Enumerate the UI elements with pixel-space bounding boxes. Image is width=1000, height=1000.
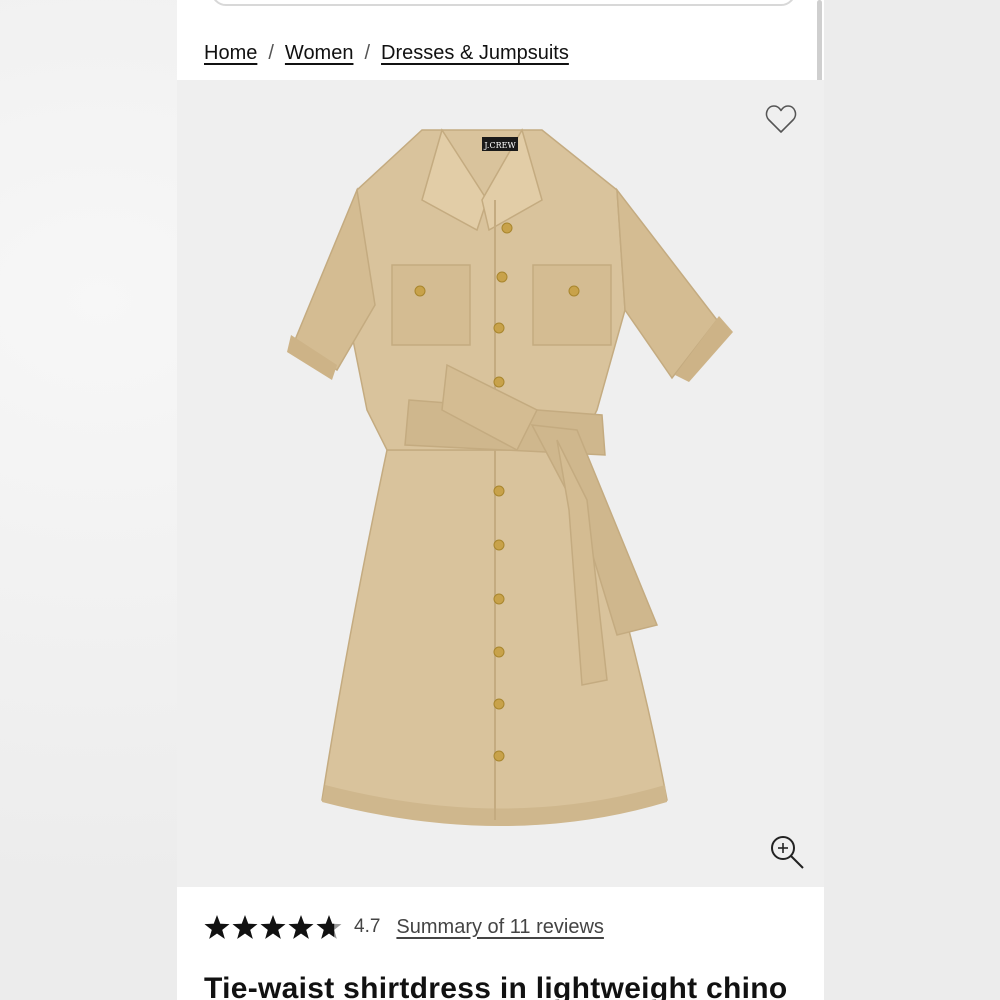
breadcrumb-home[interactable]: Home [204, 42, 257, 65]
star-icon [316, 915, 342, 939]
star-icon [232, 915, 258, 939]
rating-value: 4.7 [354, 916, 381, 937]
product-title: Tie-waist shirtdress in lightweight chin… [204, 972, 788, 1000]
star-icon [288, 915, 314, 939]
search-input[interactable] [211, 0, 796, 6]
star-icon [260, 915, 286, 939]
breadcrumb-women[interactable]: Women [285, 42, 354, 65]
breadcrumb: Home / Women / Dresses & Jumpsuits [204, 42, 569, 65]
heart-outline-icon [765, 105, 797, 133]
reviews-summary-link[interactable]: Summary of 11 reviews [396, 916, 603, 939]
zoom-in-icon [771, 836, 804, 869]
dress-illustration: J.CREW [287, 128, 733, 826]
rating-row: 4.7 Summary of 11 reviews [204, 914, 604, 940]
product-page: Home / Women / Dresses & Jumpsuits J.CRE… [177, 0, 824, 1000]
favorite-button[interactable] [765, 104, 797, 134]
star-icon [204, 915, 230, 939]
breadcrumb-separator: / [364, 42, 371, 64]
zoom-button[interactable] [769, 834, 805, 870]
product-image[interactable]: J.CREW [177, 80, 824, 887]
star-rating [204, 914, 344, 940]
breadcrumb-dresses[interactable]: Dresses & Jumpsuits [381, 42, 569, 65]
brand-label: J.CREW [483, 141, 516, 150]
breadcrumb-separator: / [268, 42, 274, 64]
